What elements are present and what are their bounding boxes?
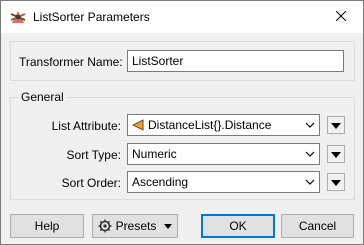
sort-type-label: Sort Type: — [66, 148, 121, 162]
chevron-down-icon — [301, 179, 319, 185]
general-group-label: General — [19, 90, 66, 104]
triangle-down-icon — [164, 223, 173, 229]
ok-button-label: OK — [229, 219, 247, 233]
ok-button[interactable]: OK — [201, 214, 275, 238]
chevron-down-icon — [301, 122, 319, 128]
sort-type-select[interactable]: Numeric — [127, 143, 320, 165]
triangle-down-icon — [331, 118, 341, 132]
window-title: ListSorter Parameters — [33, 10, 150, 24]
presets-button-label: Presets — [115, 219, 157, 233]
chevron-down-icon — [301, 151, 319, 157]
sort-order-select[interactable]: Ascending — [127, 171, 320, 193]
list-attribute-select[interactable]: DistanceList{}.Distance — [127, 114, 320, 136]
triangle-down-icon — [331, 175, 341, 189]
sort-type-value: Numeric — [132, 147, 177, 161]
close-icon — [335, 10, 347, 24]
sort-type-menu-button[interactable] — [327, 145, 345, 163]
dialog-window: ListSorter Parameters Transformer Name: … — [0, 0, 364, 245]
cancel-button-label: Cancel — [298, 219, 337, 233]
presets-gear-icon — [98, 219, 112, 233]
presets-button[interactable]: Presets — [92, 214, 178, 238]
list-attribute-label: List Attribute: — [51, 119, 121, 133]
help-button[interactable]: Help — [10, 214, 84, 238]
listsorter-app-icon — [9, 8, 27, 26]
transformer-name-label: Transformer Name: — [19, 55, 123, 69]
triangle-down-icon — [331, 147, 341, 161]
sort-order-menu-button[interactable] — [327, 173, 345, 191]
help-button-label: Help — [34, 219, 60, 233]
cancel-button[interactable]: Cancel — [281, 214, 354, 238]
list-attribute-value: DistanceList{}.Distance — [148, 118, 272, 132]
sort-order-label: Sort Order: — [61, 176, 121, 190]
list-attribute-menu-button[interactable] — [327, 116, 345, 134]
close-button[interactable] — [319, 1, 363, 32]
sort-order-value: Ascending — [132, 175, 189, 189]
title-bar[interactable]: ListSorter Parameters — [1, 1, 363, 33]
transformer-name-input[interactable]: ListSorter — [127, 50, 344, 72]
attribute-icon — [131, 119, 144, 131]
